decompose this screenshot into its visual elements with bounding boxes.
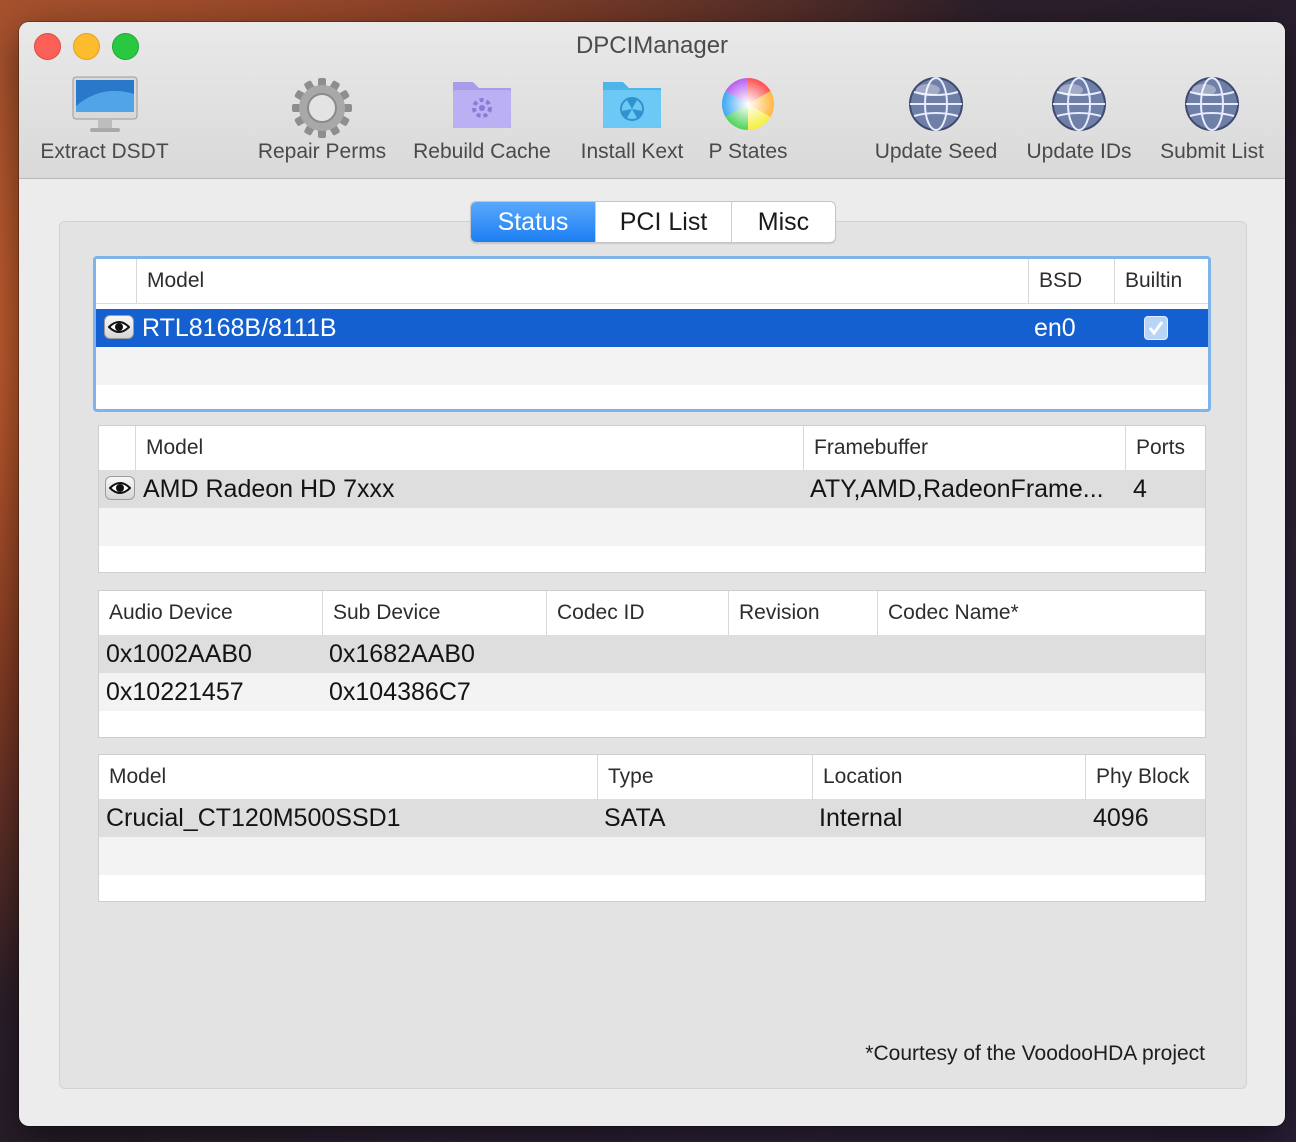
install-kext-button[interactable]: Install Kext — [567, 76, 697, 174]
tab-misc[interactable]: Misc — [731, 202, 835, 242]
column-header-bsd[interactable]: BSD — [1028, 259, 1114, 303]
column-header-framebuffer[interactable]: Framebuffer — [803, 426, 1125, 470]
rebuild-folder-icon — [451, 76, 513, 136]
table-row — [99, 837, 1205, 875]
window-title: DPCIManager — [575, 32, 729, 59]
network-table-header: Model BSD Builtin — [96, 259, 1208, 304]
graphics-ports-cell: 4 — [1133, 475, 1147, 503]
column-header-model[interactable]: Model — [136, 259, 1028, 303]
audio-table-header: Audio Device Sub Device Codec ID Revisio… — [99, 591, 1205, 636]
globe-icon — [1051, 76, 1107, 138]
update-ids-label: Update IDs — [1026, 140, 1132, 163]
column-header-model[interactable]: Model — [135, 426, 803, 470]
table-row[interactable]: RTL8168B/8111B en0 — [96, 309, 1208, 347]
network-bsd-cell: en0 — [1034, 314, 1076, 342]
update-seed-label: Update Seed — [874, 140, 998, 163]
table-row[interactable]: AMD Radeon HD 7xxx ATY,AMD,RadeonFrame..… — [99, 470, 1205, 508]
storage-phy-block-cell: 4096 — [1093, 804, 1149, 832]
network-table[interactable]: Model BSD Builtin RTL8168B/8111B en0 — [93, 256, 1211, 412]
submit-list-button[interactable]: Submit List — [1147, 76, 1277, 174]
eye-icon[interactable] — [105, 476, 135, 500]
graphics-model-cell: AMD Radeon HD 7xxx — [143, 475, 395, 503]
update-seed-button[interactable]: Update Seed — [863, 76, 1009, 174]
column-header-audio-device[interactable]: Audio Device — [99, 591, 322, 635]
table-row[interactable]: 0x1002AAB0 0x1682AAB0 — [99, 635, 1205, 673]
storage-table[interactable]: Model Type Location Phy Block Crucial_CT… — [98, 754, 1206, 902]
imac-icon — [72, 76, 138, 140]
audio-device-cell: 0x10221457 — [106, 678, 244, 706]
rebuild-cache-label: Rebuild Cache — [413, 140, 551, 163]
column-header-codec-id[interactable]: Codec ID — [546, 591, 728, 635]
table-row — [99, 508, 1205, 546]
install-kext-folder-icon — [601, 76, 663, 136]
column-header-sub-device[interactable]: Sub Device — [322, 591, 546, 635]
install-kext-label: Install Kext — [580, 140, 684, 163]
column-header-type[interactable]: Type — [597, 755, 812, 799]
globe-icon — [1184, 76, 1240, 138]
tab-pci-list[interactable]: PCI List — [595, 202, 731, 242]
column-header-revision[interactable]: Revision — [728, 591, 877, 635]
titlebar-toolbar: DPCIManager Extract DSDT Repair Perms Re… — [19, 22, 1285, 179]
table-row — [96, 347, 1208, 385]
sub-device-cell: 0x1682AAB0 — [329, 640, 475, 668]
table-row[interactable]: Crucial_CT120M500SSD1 SATA Internal 4096 — [99, 799, 1205, 837]
app-window: DPCIManager Extract DSDT Repair Perms Re… — [19, 22, 1285, 1126]
audio-table[interactable]: Audio Device Sub Device Codec ID Revisio… — [98, 590, 1206, 738]
p-states-button[interactable]: P States — [695, 76, 801, 174]
extract-dsdt-button[interactable]: Extract DSDT — [27, 76, 182, 174]
update-ids-button[interactable]: Update IDs — [1015, 76, 1143, 174]
column-header-builtin[interactable]: Builtin — [1114, 259, 1208, 303]
column-header-ports[interactable]: Ports — [1125, 426, 1205, 470]
storage-location-cell: Internal — [819, 804, 903, 832]
tab-status[interactable]: Status — [471, 202, 595, 242]
storage-table-header: Model Type Location Phy Block — [99, 755, 1205, 800]
submit-list-label: Submit List — [1160, 140, 1264, 163]
tab-bar: Status PCI List Misc — [470, 201, 836, 243]
p-states-label: P States — [708, 140, 788, 163]
eye-icon[interactable] — [104, 315, 134, 339]
storage-model-cell: Crucial_CT120M500SSD1 — [106, 804, 401, 832]
audio-device-cell: 0x1002AAB0 — [106, 640, 252, 668]
graphics-table[interactable]: Model Framebuffer Ports AMD Radeon HD 7x… — [98, 425, 1206, 573]
color-wheel-icon — [720, 76, 776, 138]
checkbox-icon[interactable] — [1144, 316, 1168, 340]
repair-perms-button[interactable]: Repair Perms — [247, 76, 397, 174]
footnote: *Courtesy of the VoodooHDA project — [865, 1042, 1205, 1065]
network-model-cell: RTL8168B/8111B — [142, 314, 337, 342]
globe-icon — [908, 76, 964, 138]
graphics-table-header: Model Framebuffer Ports — [99, 426, 1205, 471]
column-header-model[interactable]: Model — [99, 755, 597, 799]
sub-device-cell: 0x104386C7 — [329, 678, 471, 706]
graphics-framebuffer-cell: ATY,AMD,RadeonFrame... — [810, 475, 1104, 503]
repair-perms-label: Repair Perms — [257, 140, 387, 163]
column-header-codec-name[interactable]: Codec Name* — [877, 591, 1205, 635]
storage-type-cell: SATA — [604, 804, 666, 832]
rebuild-cache-button[interactable]: Rebuild Cache — [407, 76, 557, 174]
column-header-location[interactable]: Location — [812, 755, 1085, 799]
column-header-phy-block[interactable]: Phy Block — [1085, 755, 1205, 799]
table-row[interactable]: 0x10221457 0x104386C7 — [99, 673, 1205, 711]
gear-icon — [290, 76, 354, 146]
extract-dsdt-label: Extract DSDT — [40, 140, 169, 163]
